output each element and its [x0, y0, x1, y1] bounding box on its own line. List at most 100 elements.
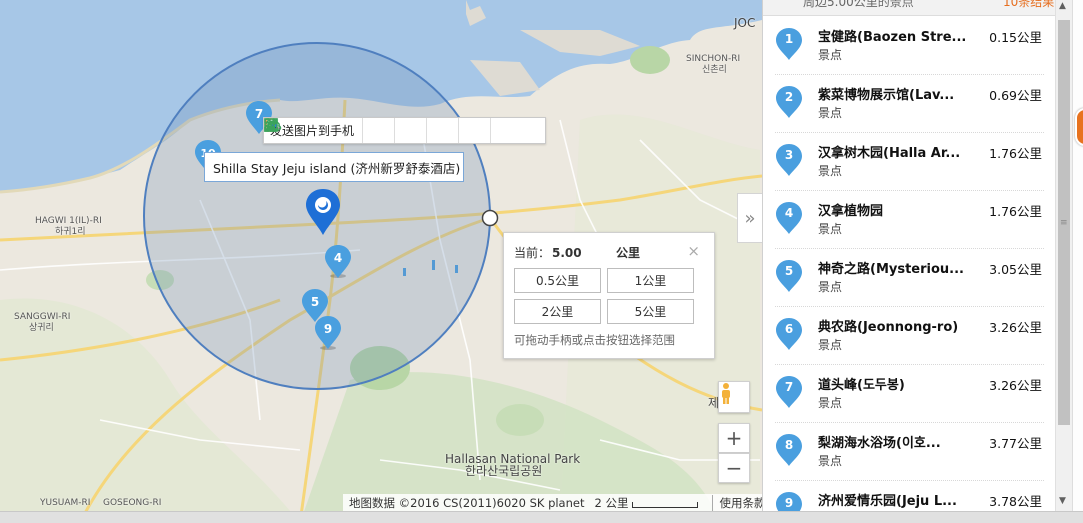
result-item[interactable]: 5 神奇之路(Mysteriou... 3.05公里景点 [763, 249, 1055, 307]
collapse-sidebar-button[interactable]: » [737, 193, 762, 243]
scale-bar [632, 502, 699, 508]
radius-hint: 可拖动手柄或点击按钮选择范围 [514, 333, 675, 347]
result-category: 景点 [818, 222, 843, 236]
fullscreen-button[interactable] [264, 118, 428, 143]
radius-2km-button[interactable]: 2公里 [514, 299, 601, 324]
place-label-sanggwi: SANGGWI-RI [14, 312, 71, 322]
result-distance: 3.26公里 [989, 320, 1042, 335]
result-number: 9 [784, 496, 794, 510]
zoom-in-icon: + [725, 426, 743, 450]
radius-5km-button[interactable]: 5公里 [607, 299, 694, 324]
result-distance: 3.78公里 [989, 494, 1042, 509]
share-button[interactable] [264, 118, 492, 143]
result-item[interactable]: 6 典农路(Jeonnong-ro) 3.26公里景点 [763, 307, 1055, 365]
result-number: 4 [784, 206, 794, 220]
scroll-down-icon[interactable]: ▼ [1059, 496, 1066, 506]
result-marker-icon: 6 [776, 318, 802, 350]
right-edge-panel [1072, 0, 1083, 523]
results-header: 周边5.00公里的景点 10条结果 [763, 0, 1055, 16]
save-button[interactable] [264, 118, 460, 143]
scrollbar-grip-icon: ≡ [1060, 218, 1068, 228]
result-title[interactable]: 汉拿树木园(Halla Ar... [818, 142, 960, 161]
result-title[interactable]: 紫菜博物展示馆(Lav... [818, 84, 954, 103]
result-marker-icon: 4 [776, 202, 802, 234]
result-marker-icon: 2 [776, 86, 802, 118]
bottom-strip [0, 511, 1083, 523]
zoom-out-icon: − [725, 456, 743, 480]
map-canvas[interactable]: JOC SINCHON-RI 신촌리 HAGWI 1(IL)-RI 하귀1리 S… [0, 0, 762, 523]
results-header-title: 周边5.00公里的景点 [803, 0, 914, 9]
current-radius: 当前： 5.00 [514, 244, 582, 261]
result-number: 6 [784, 322, 794, 336]
result-category: 景点 [818, 454, 843, 468]
zoom-in-button[interactable]: + [718, 423, 750, 453]
place-label-hagwi: HAGWI 1(IL)-RI [35, 216, 102, 226]
result-number: 7 [784, 380, 794, 394]
result-title[interactable]: 神奇之路(Mysteriou... [818, 258, 964, 277]
result-category: 景点 [818, 106, 843, 120]
double-chevron-right-icon: » [744, 207, 756, 229]
result-item[interactable]: 8 梨湖海水浴场(이호... 3.77公里 景点 [763, 423, 1055, 481]
result-title[interactable]: 道头峰(도두봉) [818, 374, 905, 393]
copyright-text: 地图数据 ©2016 CS(2011)6020 SK planet [349, 496, 585, 510]
result-title[interactable]: 梨湖海水浴场(이호... [818, 432, 941, 451]
close-icon[interactable]: × [687, 242, 700, 260]
result-marker-icon: 7 [776, 376, 802, 408]
terms-link[interactable]: 使用条款 [712, 495, 762, 511]
result-distance: 0.15公里 [989, 30, 1042, 45]
result-marker-icon: 3 [776, 144, 802, 176]
current-radius-unit: 公里 [616, 246, 641, 260]
map-attribution-bar: 地图数据 ©2016 CS(2011)6020 SK planet 2 公里 使… [343, 494, 762, 512]
street-view-button[interactable] [718, 381, 750, 413]
result-title[interactable]: 济州爱情乐园(Jeju L... [818, 490, 957, 509]
result-distance: 1.76公里 [989, 204, 1042, 219]
result-marker-icon: 8 [776, 434, 802, 466]
results-count: 10条结果 [1003, 0, 1055, 9]
scroll-up-icon[interactable]: ▲ [1059, 1, 1066, 11]
result-distance: 0.69公里 [989, 88, 1042, 103]
result-item[interactable]: 2 紫菜博物展示馆(Lav... 0.69公里景点 [763, 75, 1055, 133]
result-marker-icon: 5 [776, 260, 802, 292]
hotel-tooltip-label: Shilla Stay Jeju island (济州新罗舒泰酒店) [213, 160, 461, 176]
result-title[interactable]: 典农路(Jeonnong-ro) [818, 316, 958, 335]
pegman-icon [722, 383, 730, 404]
result-category: 景点 [818, 164, 843, 178]
hotel-tooltip: Shilla Stay Jeju island (济州新罗舒泰酒店) [204, 152, 464, 182]
floating-action-icon[interactable] [1075, 108, 1083, 146]
result-number: 1 [784, 32, 794, 46]
result-title[interactable]: 宝健路(Baozen Stre... [818, 26, 966, 45]
result-marker-icon: 1 [776, 28, 802, 60]
cloud-button[interactable] [265, 118, 396, 143]
radius-panel: 当前： 5.00 公里 × 0.5公里 1公里 2公里 5公里 可拖动手柄或点击按… [503, 232, 715, 359]
result-category: 景点 [818, 338, 843, 352]
place-label-goseong: GOSEONG-RI [103, 498, 162, 508]
results-sidebar: 周边5.00公里的景点 10条结果 1 宝健路(Baozen Stre... 0.1… [762, 0, 1055, 523]
settings-button[interactable] [265, 118, 523, 143]
radius-0-5km-button[interactable]: 0.5公里 [514, 268, 601, 293]
place-label-yusuam: YUSUAM-RI [40, 498, 91, 508]
result-item[interactable]: 7 道头峰(도두봉) 3.26公里 景点 [763, 365, 1055, 423]
result-number: 8 [784, 438, 794, 452]
zoom-out-button[interactable]: − [718, 453, 750, 483]
scale-indicator: 2 公里 [590, 495, 699, 511]
send-to-phone-label: 发送图片到手机 [270, 124, 355, 138]
result-distance: 1.76公里 [989, 146, 1042, 161]
current-radius-value: 5.00 [552, 246, 582, 260]
result-distance: 3.26公里 [989, 378, 1042, 393]
place-label-joc: JOC [734, 16, 756, 30]
place-label-hallasan-kr: 한라산국립공원 [465, 464, 543, 478]
result-number: 3 [784, 148, 794, 162]
scale-label: 2 公里 [594, 496, 629, 510]
result-category: 景点 [818, 48, 843, 62]
results-scrollbar[interactable]: ▲ ≡ ▼ [1055, 0, 1072, 523]
current-radius-label: 当前： [514, 246, 551, 260]
result-number: 2 [784, 90, 794, 104]
result-distance: 3.05公里 [989, 262, 1042, 277]
result-item[interactable]: 4 汉拿植物园 1.76公里景点 [763, 191, 1055, 249]
place-label-sanggwi-kr: 상귀리 [29, 323, 54, 333]
result-item[interactable]: 3 汉拿树木园(Halla Ar... 1.76公里景点 [763, 133, 1055, 191]
result-category: 景点 [818, 280, 843, 294]
result-item[interactable]: 1 宝健路(Baozen Stre... 0.15公里景点 [763, 17, 1055, 75]
result-title[interactable]: 汉拿植物园 [818, 200, 883, 219]
radius-1km-button[interactable]: 1公里 [607, 268, 694, 293]
